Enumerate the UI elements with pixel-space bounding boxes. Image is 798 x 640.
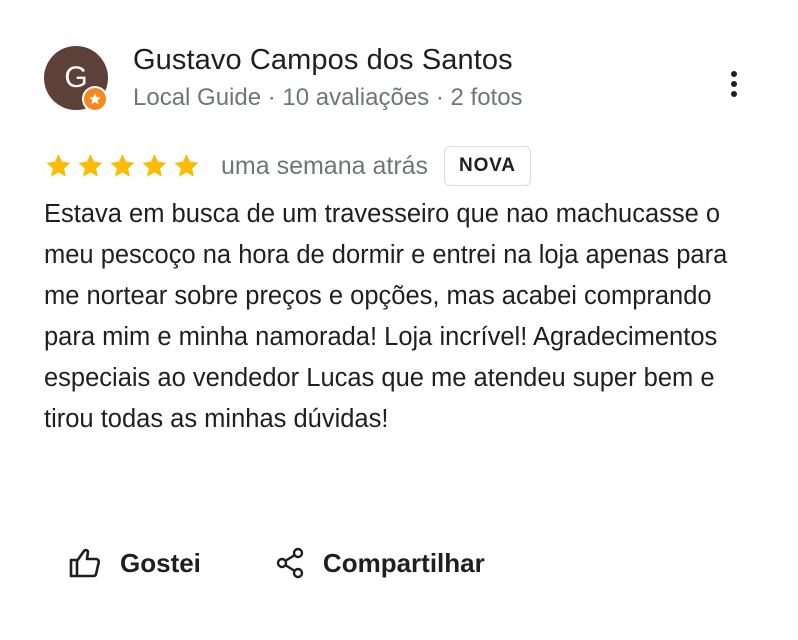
more-options-button[interactable] — [716, 62, 752, 106]
like-label: Gostei — [120, 547, 201, 578]
review-date: uma semana atrás — [221, 151, 429, 180]
author-meta: Local Guide · 10 avaliações · 2 fotos — [133, 84, 523, 111]
more-vert-icon — [731, 71, 737, 97]
star-rating — [44, 152, 201, 180]
like-button[interactable]: Gostei — [68, 547, 201, 579]
star-icon — [46, 154, 71, 177]
rating-row: uma semana atrás NOVA — [44, 146, 531, 186]
thumb-up-icon — [69, 548, 101, 578]
local-guide-badge-icon — [82, 86, 108, 112]
star-icon — [174, 154, 199, 177]
share-button[interactable]: Compartilhar — [275, 547, 485, 579]
share-label: Compartilhar — [322, 547, 485, 578]
avatar-initial: G — [64, 61, 88, 94]
review-actions: Gostei Compartilhar — [68, 538, 485, 588]
author-name[interactable]: Gustavo Campos dos Santos — [133, 44, 513, 77]
share-icon — [276, 547, 304, 579]
star-icon — [78, 154, 103, 177]
star-icon — [142, 154, 167, 177]
star-icon — [110, 154, 135, 177]
review-card: G Gustavo Campos dos Santos Local Guide … — [0, 0, 798, 640]
new-badge: NOVA — [444, 146, 531, 186]
review-text: Estava em busca de um travesseiro que na… — [44, 200, 728, 433]
